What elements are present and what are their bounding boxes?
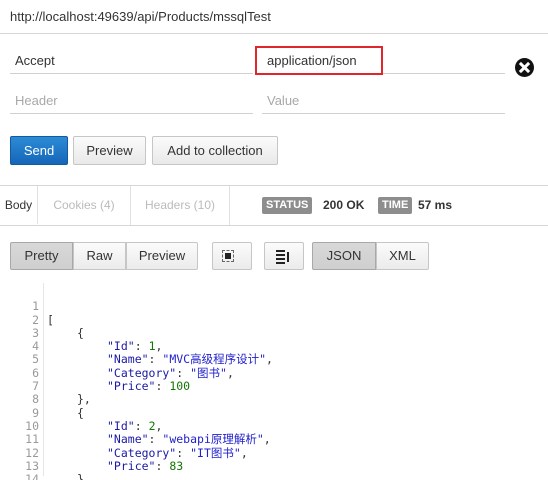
raw-view-button[interactable]: Raw [73,242,126,270]
code-line: 14 ] [0,460,39,480]
json-key: "Name" [107,352,149,367]
code-line: 12 "Price": 83 [0,433,183,473]
response-body-code[interactable]: 1 [ 2 { 3 "Id": 1, 4 "Name": "MVC高级程序设计"… [0,283,548,480]
json-key: "Category" [107,445,177,460]
json-key: "Id" [107,418,135,433]
request-url-input[interactable]: http://localhost:49639/api/Products/mssq… [10,9,271,24]
send-button[interactable]: Send [10,136,68,165]
preview-button[interactable]: Preview [73,136,146,165]
json-string: "IT图书" [190,445,241,460]
json-key: "Category" [107,365,177,380]
add-to-collection-button[interactable]: Add to collection [152,136,278,165]
json-number: 1 [148,339,156,354]
json-key: "Price" [107,458,156,473]
code-line: 5 "Category": "图书", [0,340,234,380]
line-number: 14 [25,472,39,480]
code-line: 11 "Category": "IT图书", [0,420,248,459]
pretty-view-button[interactable]: Pretty [10,242,73,270]
json-format-button[interactable]: JSON [312,242,376,270]
preview-view-button[interactable]: Preview [126,242,198,270]
json-number: 83 [169,458,184,473]
json-string: "图书" [190,365,227,380]
json-number: 100 [169,379,191,394]
tabs-bottom-divider [0,225,548,226]
remove-header-icon[interactable] [515,58,534,77]
code-line: 9 "Id": 2, [0,393,162,433]
tab-cookies[interactable]: Cookies (4) [38,186,131,225]
code-line: 3 "Id": 1, [0,314,162,353]
code-line: 6 "Price": 100 [0,354,190,393]
code-text: [ [47,312,54,327]
code-line: 8 { [0,380,84,420]
fullscreen-icon [222,250,234,262]
code-line: 1 [ [0,287,54,326]
code-text: }, [77,392,91,407]
fullscreen-button[interactable] [212,242,252,270]
tab-headers[interactable]: Headers (10) [131,186,230,225]
code-line: 13 } [0,447,84,480]
code-text: } [77,472,84,480]
json-number: 2 [148,418,156,433]
code-line: 10 "Name": "webapi原理解析", [0,407,271,446]
code-text: { [77,325,84,340]
status-label-badge: STATUS [262,197,313,214]
code-line: 7 }, [0,367,91,406]
time-value: 57 ms [418,198,453,212]
json-string: "MVC高级程序设计" [162,352,267,367]
url-bar[interactable]: http://localhost:49639/api/Products/mssq… [0,0,548,34]
status-value: 200 OK [323,198,365,212]
code-line: 2 { [0,300,84,340]
new-header-value-placeholder[interactable]: Value [267,93,299,108]
json-key: "Id" [107,339,135,354]
xml-format-button[interactable]: XML [376,242,429,270]
time-label-badge: TIME [378,197,413,214]
new-header-key-field[interactable]: Header [10,86,253,114]
new-header-value-field[interactable]: Value [262,86,505,114]
header-key-text[interactable]: Accept [15,53,55,68]
header-key-field[interactable]: Accept [10,46,253,74]
wrap-lines-icon [276,250,289,264]
json-string: "webapi原理解析" [162,432,264,447]
json-key: "Price" [107,379,156,394]
new-header-key-placeholder[interactable]: Header [15,93,58,108]
code-line: 4 "Name": "MVC高级程序设计", [0,327,273,366]
wrap-lines-button[interactable] [264,242,304,270]
code-text: { [77,405,84,420]
json-key: "Name" [107,432,149,447]
highlight-annotation-box [255,46,383,75]
tab-body[interactable]: Body [0,186,38,225]
